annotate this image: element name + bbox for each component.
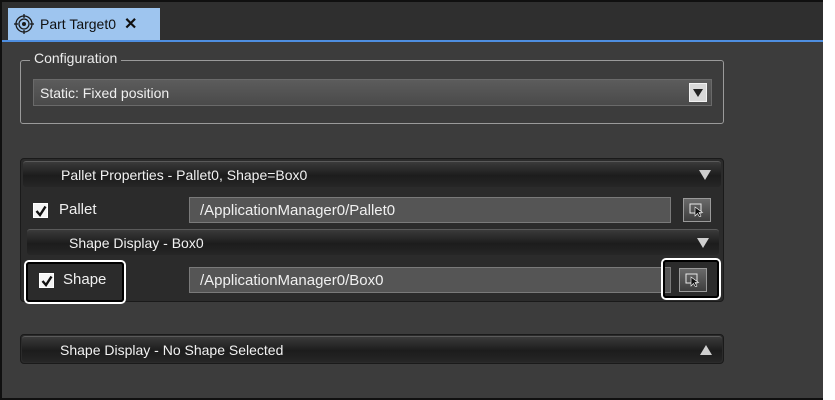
expand-arrow-icon <box>700 345 712 355</box>
shape-checkbox-highlight <box>24 260 126 304</box>
close-icon[interactable]: ✕ <box>124 14 137 34</box>
pallet-properties-title: Pallet Properties - Pallet0, Shape=Box0 <box>61 166 308 183</box>
tab-bar: Part Target0 ✕ ▾ <box>2 2 835 42</box>
configuration-dropdown[interactable]: Static: Fixed position <box>33 79 712 106</box>
window-edge <box>823 0 835 400</box>
shape-path-field[interactable]: /ApplicationManager0/Box0 <box>189 267 671 293</box>
pallet-checkbox[interactable] <box>33 203 48 218</box>
configuration-selected: Static: Fixed position <box>40 84 170 101</box>
pallet-path-value: /ApplicationManager0/Pallet0 <box>200 201 396 219</box>
shape-pick-button-highlight <box>661 258 721 300</box>
collapse-arrow-icon <box>697 238 709 248</box>
collapse-arrow-icon <box>699 170 711 180</box>
pallet-label: Pallet <box>59 201 97 218</box>
pallet-pick-button[interactable] <box>683 198 711 222</box>
shape-display-box0-header[interactable]: Shape Display - Box0 <box>27 229 719 255</box>
tab-part-target[interactable]: Part Target0 ✕ <box>8 8 160 40</box>
cursor-select-icon <box>689 203 704 217</box>
configuration-legend: Configuration <box>30 50 122 66</box>
shape-display-none-header[interactable]: Shape Display - No Shape Selected <box>22 336 722 362</box>
pallet-properties-header[interactable]: Pallet Properties - Pallet0, Shape=Box0 <box>23 161 721 187</box>
target-icon <box>14 14 34 34</box>
shape-display-none-title: Shape Display - No Shape Selected <box>60 341 284 358</box>
shape-path-value: /ApplicationManager0/Box0 <box>200 271 384 289</box>
part-target-window: Part Target0 ✕ ▾ Configuration Static: F… <box>0 0 835 400</box>
shape-display-none-panel: Shape Display - No Shape Selected <box>20 334 724 364</box>
dropdown-arrow-icon[interactable] <box>689 83 707 102</box>
tab-title: Part Target0 <box>40 16 117 32</box>
shape-display-box0-title: Shape Display - Box0 <box>69 234 204 251</box>
pallet-path-field[interactable]: /ApplicationManager0/Pallet0 <box>189 197 671 223</box>
